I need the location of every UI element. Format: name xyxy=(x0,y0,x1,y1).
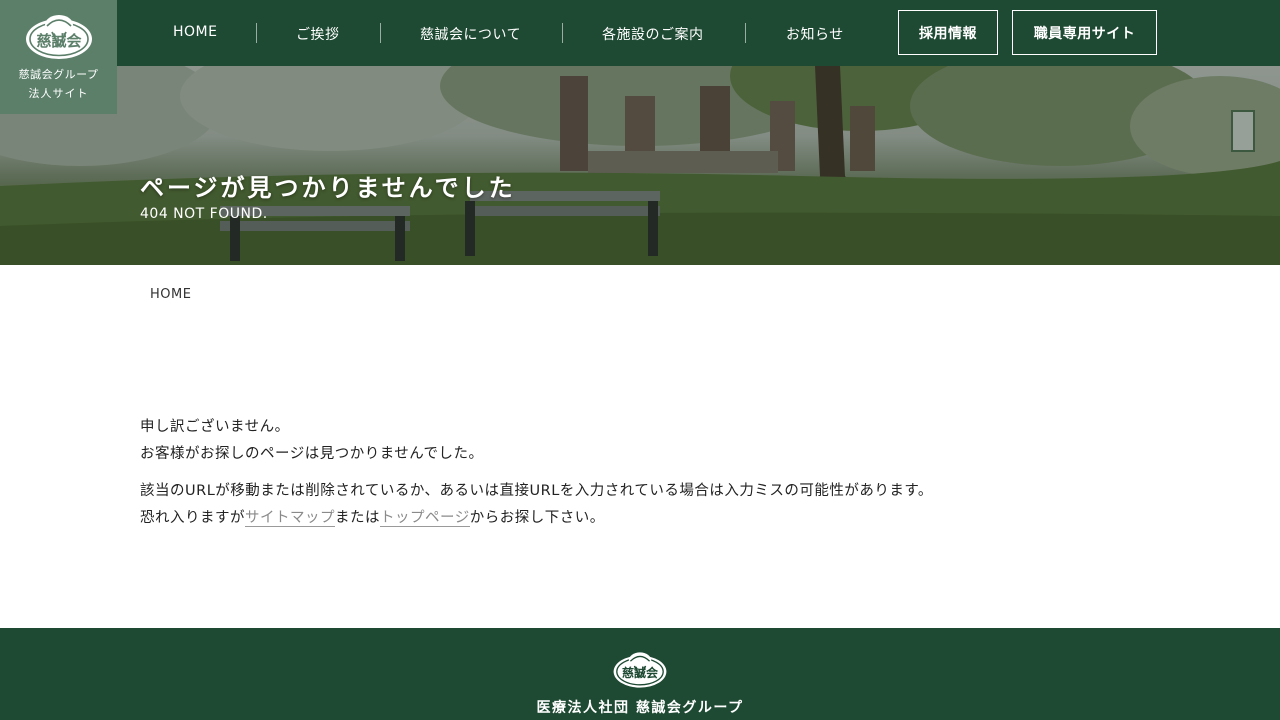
message-paragraph-apology: 申し訳ございません。 お客様がお探しのページは見つかりませんでした。 xyxy=(140,414,933,468)
logo-line-1: 慈誠会グループ xyxy=(18,68,99,81)
message-line-1: 申し訳ございません。 xyxy=(140,419,290,435)
message-line-2: お客様がお探しのページは見つかりませんでした。 xyxy=(140,446,484,462)
page-subtitle: 404 NOT FOUND. xyxy=(140,206,268,222)
nav-divider xyxy=(562,23,563,43)
message-line-3: 該当のURLが移動または削除されているか、あるいは直接URLを入力されている場合… xyxy=(140,483,933,499)
page-title: ページが見つかりませんでした xyxy=(140,173,516,202)
message-paragraph-guidance: 該当のURLが移動または削除されているか、あるいは直接URLを入力されている場合… xyxy=(140,478,933,532)
breadcrumb-home-link[interactable]: HOME xyxy=(150,287,191,302)
message-line-4-mid: または xyxy=(335,510,380,526)
site-logo[interactable]: 慈誠会 慈誠会グループ 法人サイト xyxy=(0,0,117,114)
message-line-4-post: からお探し下さい。 xyxy=(469,510,605,526)
footer: 慈誠会 医療法人社団 慈誠会グループ xyxy=(0,628,1280,720)
footer-logo-icon: 慈誠会 xyxy=(613,652,667,688)
staff-site-button[interactable]: 職員専用サイト xyxy=(1012,10,1157,55)
message-line-4-pre: 恐れ入りますが xyxy=(140,510,245,526)
sitemap-link[interactable]: サイトマップ xyxy=(245,510,335,527)
header-bar: HOME ご挨拶 慈誠会について 各施設のご案内 お知らせ 採用情報 職員専用サ… xyxy=(0,0,1280,66)
nav-item-facilities[interactable]: 各施設のご案内 xyxy=(602,24,704,44)
logo-mark-text: 慈誠会 xyxy=(36,32,81,50)
nav-item-about[interactable]: 慈誠会について xyxy=(420,24,521,44)
footer-logo-mark-text: 慈誠会 xyxy=(622,665,659,680)
footer-org-name: 医療法人社団 慈誠会グループ xyxy=(536,700,744,716)
group-logo-icon: 慈誠会 xyxy=(25,15,92,59)
nav-item-news[interactable]: お知らせ xyxy=(786,24,844,44)
hero-overlay xyxy=(0,66,1280,265)
nav-divider xyxy=(745,23,746,43)
hero-banner: ページが見つかりませんでした 404 NOT FOUND. xyxy=(0,66,1280,265)
nav-divider xyxy=(380,23,381,43)
logo-line-2: 法人サイト xyxy=(28,87,89,100)
page: HOME ご挨拶 慈誠会について 各施設のご案内 お知らせ 採用情報 職員専用サ… xyxy=(0,0,1280,720)
breadcrumb: HOME xyxy=(150,287,191,302)
not-found-message: 申し訳ございません。 お客様がお探しのページは見つかりませんでした。 該当のUR… xyxy=(140,414,933,532)
top-page-link[interactable]: トップページ xyxy=(380,510,470,527)
nav-item-home[interactable]: HOME xyxy=(173,24,217,40)
nav-item-greeting[interactable]: ご挨拶 xyxy=(296,24,340,44)
recruit-button[interactable]: 採用情報 xyxy=(898,10,998,55)
nav-divider xyxy=(256,23,257,43)
